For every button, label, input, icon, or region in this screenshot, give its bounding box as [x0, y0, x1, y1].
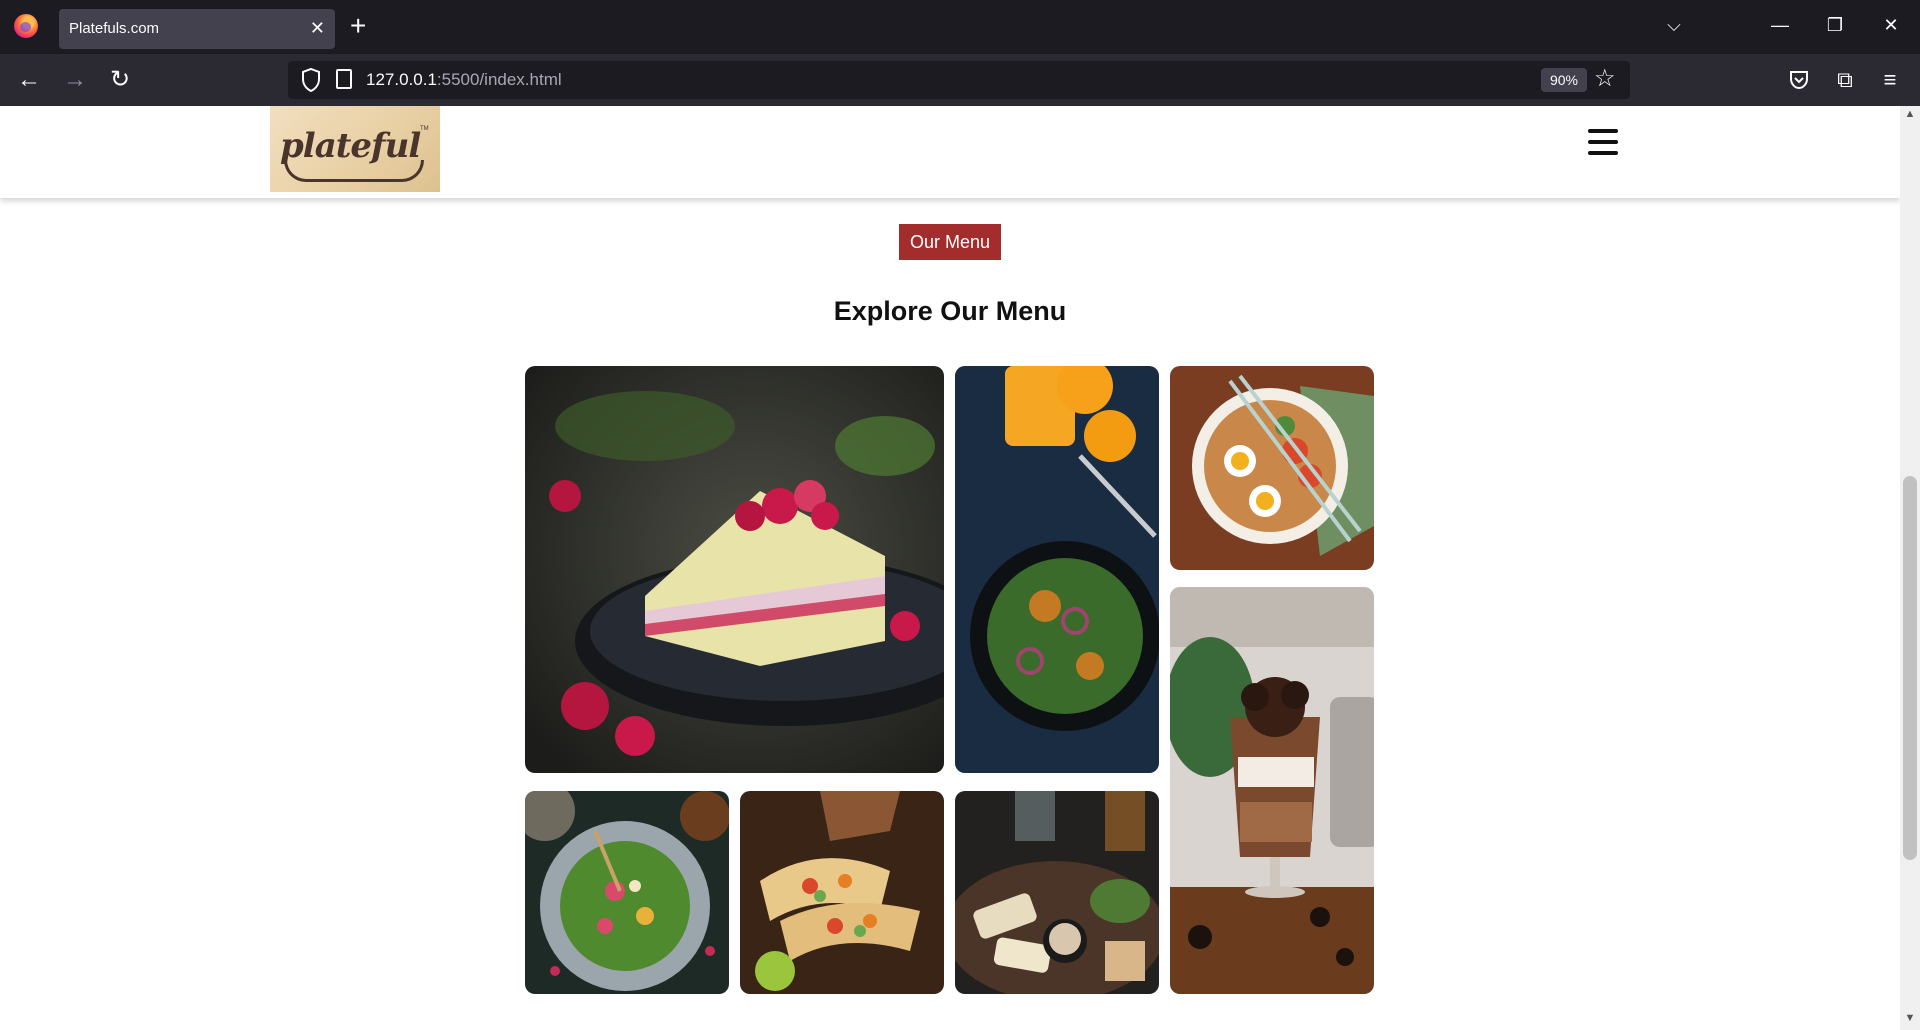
tab-title: Platefuls.com: [69, 20, 160, 37]
browser-tab-active[interactable]: Platefuls.com ✕: [59, 9, 335, 49]
plateful-logo[interactable]: plateful TM: [270, 106, 440, 192]
hamburger-menu-icon[interactable]: [1588, 129, 1618, 157]
section-title: Explore Our Menu: [833, 296, 1067, 326]
url-text[interactable]: 127.0.0.1:5500/index.html: [366, 70, 562, 90]
page-viewport: plateful TM Our Menu Explore Our Menu: [0, 106, 1900, 1030]
bookmark-star-icon[interactable]: ☆: [1594, 65, 1616, 93]
extensions-icon[interactable]: ⧉: [1830, 67, 1860, 93]
reload-icon[interactable]: ↻: [105, 67, 135, 93]
list-all-tabs-icon[interactable]: ⌵: [1659, 12, 1689, 38]
our-menu-badge: Our Menu: [899, 224, 1001, 260]
url-bar[interactable]: 127.0.0.1:5500/index.html 90% ☆: [288, 61, 1630, 99]
menu-image-salad-with-orange-juice[interactable]: [955, 366, 1159, 773]
browser-tab-bar: Platefuls.com ✕ + ⌵ — ❐ ✕: [0, 0, 1920, 54]
url-host: 127.0.0.1: [366, 70, 437, 89]
pocket-icon[interactable]: [1788, 69, 1810, 91]
back-arrow-icon[interactable]: ←: [14, 67, 44, 93]
menu-image-tacos[interactable]: [740, 791, 944, 994]
page-info-icon[interactable]: [336, 69, 352, 89]
forward-arrow-icon[interactable]: →: [60, 67, 90, 93]
logo-swoosh: [284, 160, 424, 182]
tab-close-icon[interactable]: ✕: [310, 17, 325, 39]
app-menu-icon[interactable]: ≡: [1875, 67, 1905, 93]
logo-trademark: TM: [420, 126, 429, 132]
menu-image-grilled-halloumi-plate[interactable]: [955, 791, 1159, 994]
menu-image-ramen-bowl[interactable]: [1170, 366, 1374, 570]
minimize-window-icon[interactable]: —: [1765, 12, 1795, 38]
page-scrollbar[interactable]: ▲ ▼: [1900, 106, 1920, 1030]
browser-nav-bar: ← → ↻ 127.0.0.1:5500/index.html 90% ☆ ⧉ …: [0, 54, 1920, 106]
firefox-logo-icon: [14, 14, 38, 38]
new-tab-button[interactable]: +: [350, 10, 366, 42]
site-header: plateful TM: [0, 106, 1900, 198]
zoom-level-badge[interactable]: 90%: [1541, 68, 1587, 92]
url-path: :5500/index.html: [436, 70, 562, 89]
menu-image-raspberry-cake[interactable]: [525, 366, 944, 773]
menu-image-oreo-chocolate-sundae[interactable]: [1170, 587, 1374, 994]
menu-image-herb-salad-plate[interactable]: [525, 791, 729, 994]
close-window-icon[interactable]: ✕: [1876, 12, 1906, 38]
scroll-up-icon[interactable]: ▲: [1900, 108, 1920, 120]
scrollbar-thumb[interactable]: [1903, 476, 1917, 860]
restore-window-icon[interactable]: ❐: [1820, 12, 1850, 38]
scroll-down-icon[interactable]: ▼: [1900, 1012, 1920, 1024]
shield-icon[interactable]: [300, 67, 322, 93]
